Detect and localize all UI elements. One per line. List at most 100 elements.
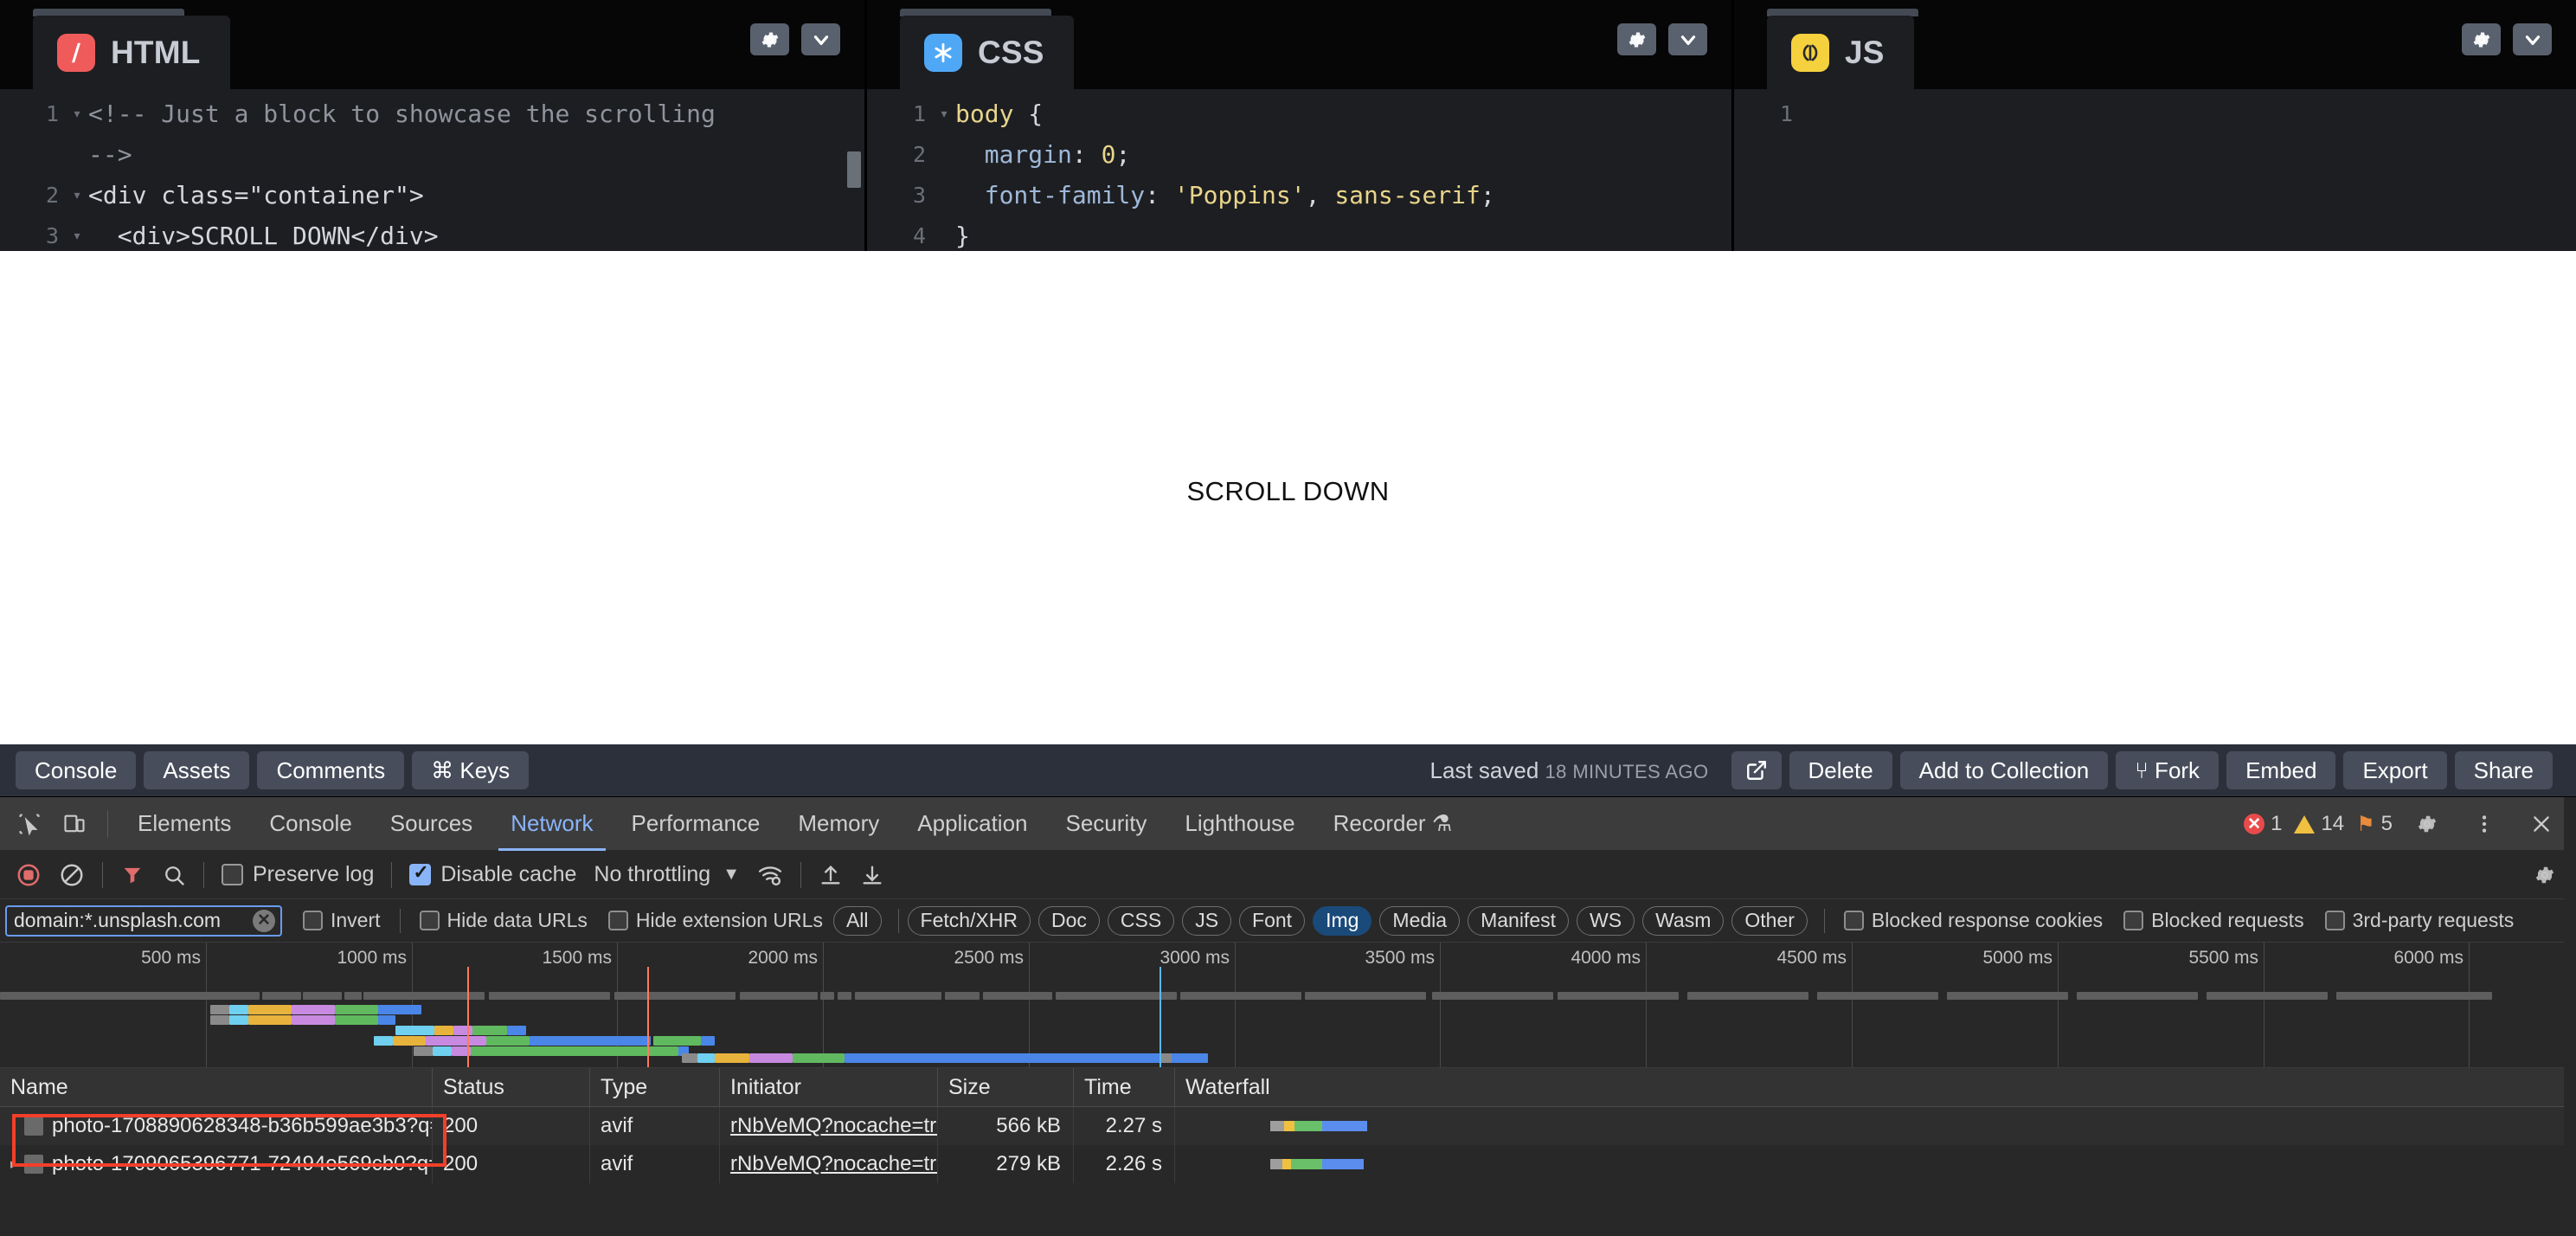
tab-console[interactable]: Console xyxy=(250,797,370,851)
error-count-badge[interactable]: ✕ 1 xyxy=(2244,812,2282,836)
editor-code-js[interactable]: 1 xyxy=(1734,89,2576,251)
table-row[interactable]: photo-1708890628348-b36b599ae3b3?q=80&w=… xyxy=(0,1107,2576,1145)
cell-name[interactable]: photo-1708890628348-b36b599ae3b3?q=80&w=… xyxy=(0,1107,433,1145)
column-header-status[interactable]: Status xyxy=(433,1068,590,1107)
message-count-badge[interactable]: ⚑ 5 xyxy=(2356,812,2393,837)
type-pill-wasm[interactable]: Wasm xyxy=(1642,906,1724,936)
chevron-down-icon[interactable] xyxy=(2513,23,2552,55)
open-external-button[interactable] xyxy=(1731,751,1782,789)
gear-icon[interactable] xyxy=(1617,23,1656,55)
column-header-waterfall[interactable]: Waterfall xyxy=(1175,1068,2576,1107)
type-pill-js[interactable]: JS xyxy=(1182,906,1231,936)
blocked-requests-checkbox[interactable]: Blocked requests xyxy=(2113,909,2314,932)
devtools-close-icon[interactable] xyxy=(2519,801,2564,847)
editor-code-html[interactable]: 1▾<!-- Just a block to showcase the scro… xyxy=(0,89,864,251)
tab-elements[interactable]: Elements xyxy=(119,797,250,851)
devtools-settings-gear-icon[interactable] xyxy=(2405,801,2450,847)
device-toolbar-icon[interactable] xyxy=(52,801,97,847)
tab-lighthouse[interactable]: Lighthouse xyxy=(1166,797,1314,851)
column-header-name[interactable]: Name xyxy=(0,1068,433,1107)
record-stop-icon[interactable] xyxy=(7,851,50,899)
console-button[interactable]: Console xyxy=(16,751,136,789)
chevron-down-icon[interactable] xyxy=(1668,23,1707,55)
row-expander-icon[interactable]: ▸ xyxy=(10,1156,24,1173)
type-pill-img[interactable]: Img xyxy=(1313,906,1372,936)
column-header-initiator[interactable]: Initiator xyxy=(720,1068,938,1107)
tab-memory[interactable]: Memory xyxy=(779,797,898,851)
fold-arrow-icon[interactable]: ▾ xyxy=(66,175,88,216)
comments-button[interactable]: Comments xyxy=(257,751,404,789)
initiator-link[interactable]: rNbVeMQ?nocache=true&view=:70 xyxy=(730,1152,938,1176)
preserve-log-checkbox[interactable]: Preserve log xyxy=(213,851,382,899)
tab-application[interactable]: Application xyxy=(898,797,1046,851)
network-settings-gear-icon[interactable] xyxy=(2522,853,2567,898)
type-pill-manifest[interactable]: Manifest xyxy=(1468,906,1569,936)
tab-network[interactable]: Network xyxy=(491,797,612,851)
blocked-response-cookies-checkbox[interactable]: Blocked response cookies xyxy=(1834,909,2113,932)
add-to-collection-button[interactable]: Add to Collection xyxy=(1900,751,2109,789)
column-header-time[interactable]: Time xyxy=(1074,1068,1175,1107)
devtools-scrollbar[interactable] xyxy=(2564,797,2576,1236)
hide-data-urls-checkbox[interactable]: Hide data URLs xyxy=(409,909,598,932)
devtools-more-options-icon[interactable] xyxy=(2462,801,2507,847)
gear-icon[interactable] xyxy=(750,23,789,55)
tab-sources[interactable]: Sources xyxy=(371,797,491,851)
wifi-settings-icon[interactable] xyxy=(748,851,792,899)
editor-scrollbar-html[interactable] xyxy=(847,151,861,188)
type-pill-media[interactable]: Media xyxy=(1379,906,1460,936)
share-button[interactable]: Share xyxy=(2455,751,2553,789)
column-header-type[interactable]: Type xyxy=(590,1068,720,1107)
embed-button[interactable]: Embed xyxy=(2226,751,2335,789)
warning-count-badge[interactable]: 14 xyxy=(2294,812,2344,836)
overview-summary-segment xyxy=(820,992,834,1000)
cell-name[interactable]: ▸ photo-1709065396771-72494e569cb0?q=80&… xyxy=(0,1145,433,1183)
cell-initiator[interactable]: rNbVeMQ?nocache=true&view=:70 xyxy=(720,1145,938,1183)
cell-waterfall xyxy=(1175,1145,2576,1183)
inspect-element-icon[interactable] xyxy=(7,801,52,847)
type-pill-ws[interactable]: WS xyxy=(1577,906,1635,936)
gear-icon[interactable] xyxy=(2462,23,2501,55)
close-icon[interactable]: ✕ xyxy=(253,910,275,932)
tab-performance[interactable]: Performance xyxy=(613,797,780,851)
initiator-link[interactable]: rNbVeMQ?nocache=true&view=:66 xyxy=(730,1114,938,1138)
hide-extension-urls-checkbox[interactable]: Hide extension URLs xyxy=(598,909,833,932)
chevron-down-icon[interactable] xyxy=(801,23,840,55)
assets-button[interactable]: Assets xyxy=(144,751,249,789)
table-row[interactable]: ▸ photo-1709065396771-72494e569cb0?q=80&… xyxy=(0,1145,2576,1183)
type-pill-css[interactable]: CSS xyxy=(1108,906,1174,936)
import-har-icon[interactable] xyxy=(810,851,851,899)
fold-arrow-icon[interactable]: ▾ xyxy=(66,93,88,134)
fold-arrow-icon[interactable]: ▾ xyxy=(66,216,88,251)
search-icon[interactable] xyxy=(153,851,195,899)
throttling-select[interactable]: No throttling ▼ xyxy=(585,851,748,899)
column-header-size[interactable]: Size xyxy=(938,1068,1074,1107)
filter-input[interactable]: domain:*.unsplash.com ✕ xyxy=(5,905,282,937)
tab-security[interactable]: Security xyxy=(1047,797,1166,851)
preview-pane[interactable]: SCROLL DOWN xyxy=(0,251,2576,744)
type-pill-font[interactable]: Font xyxy=(1239,906,1305,936)
type-pill-fetch-xhr[interactable]: Fetch/XHR xyxy=(908,906,1031,936)
overview-summary-segment xyxy=(1180,992,1301,1000)
tab-recorder[interactable]: Recorder ⚗ xyxy=(1314,797,1471,851)
network-overview-timeline[interactable]: 500 ms1000 ms1500 ms2000 ms2500 ms3000 m… xyxy=(0,943,2576,1068)
editor-tab-css[interactable]: CSS xyxy=(900,16,1074,89)
editor-tab-js[interactable]: JS xyxy=(1767,16,1914,89)
editor-code-css[interactable]: 1▾body { 2 margin: 0; 3 font-family: 'Po… xyxy=(867,89,1731,251)
third-party-requests-checkbox[interactable]: 3rd-party requests xyxy=(2315,909,2525,932)
code-text: 0 xyxy=(1102,134,1116,175)
export-har-icon[interactable] xyxy=(851,851,893,899)
invert-checkbox[interactable]: Invert xyxy=(292,909,391,932)
clear-icon[interactable] xyxy=(50,851,93,899)
fold-arrow-icon[interactable]: ▾ xyxy=(933,93,955,134)
type-pill-other[interactable]: Other xyxy=(1731,906,1808,936)
keys-button[interactable]: ⌘ Keys xyxy=(412,751,529,789)
delete-button[interactable]: Delete xyxy=(1789,751,1892,789)
fork-button[interactable]: ⑂ Fork xyxy=(2116,751,2219,789)
cell-initiator[interactable]: rNbVeMQ?nocache=true&view=:66 xyxy=(720,1107,938,1145)
export-button[interactable]: Export xyxy=(2343,751,2446,789)
editor-tab-html[interactable]: HTML xyxy=(33,16,230,89)
type-pill-doc[interactable]: Doc xyxy=(1038,906,1100,936)
type-pill-all[interactable]: All xyxy=(833,906,882,936)
disable-cache-checkbox[interactable]: Disable cache xyxy=(401,851,585,899)
funnel-icon[interactable] xyxy=(112,851,153,899)
